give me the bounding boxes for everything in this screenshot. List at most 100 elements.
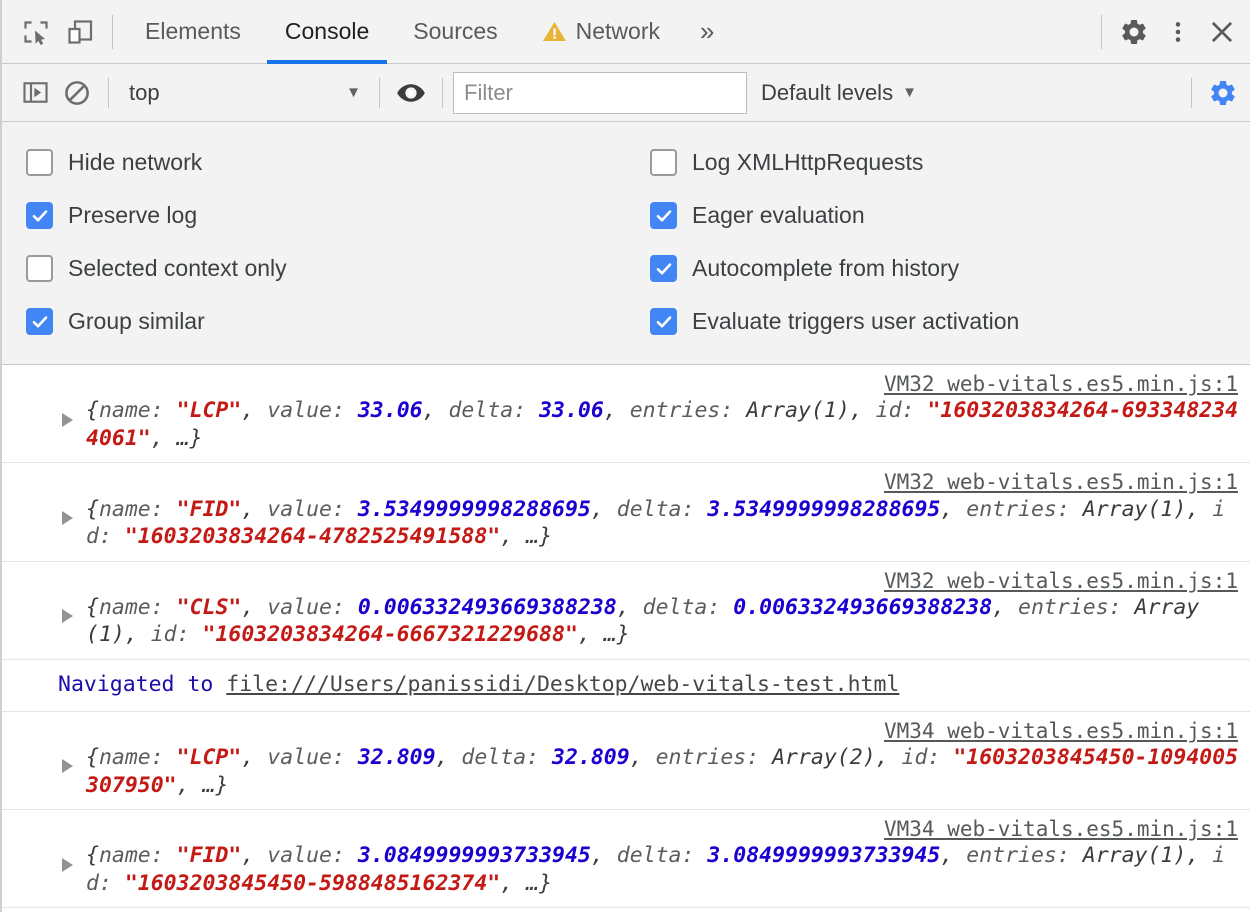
tab-console-label: Console: [285, 18, 369, 45]
token-num: 32.809: [552, 745, 630, 770]
setting-row-eager-evaluation[interactable]: Eager evaluation: [650, 189, 1250, 242]
inspect-element-icon-glyph: [22, 18, 50, 46]
token-key: id:: [151, 622, 203, 647]
token-str: "LCP": [177, 745, 242, 770]
token-punc: ,: [630, 745, 656, 770]
devtools-tab-strip: Elements Console Sources Network »: [123, 0, 731, 64]
checkbox-evaluate-triggers-user-activation[interactable]: [650, 308, 677, 335]
expand-triangle-icon[interactable]: [62, 609, 73, 623]
token-punc: ,: [591, 843, 617, 868]
token-punc: {: [86, 843, 99, 868]
token-punc: ,: [1186, 497, 1212, 522]
token-obj: Array(1): [1083, 497, 1187, 522]
token-punc: {: [86, 595, 99, 620]
console-sidebar-icon[interactable]: [14, 72, 56, 114]
console-navigation-message: Navigated to file:///Users/panissidi/Des…: [2, 660, 1250, 712]
navigation-url-link[interactable]: file:///Users/panissidi/Desktop/web-vita…: [226, 672, 899, 697]
tab-elements[interactable]: Elements: [123, 0, 263, 64]
filter-input[interactable]: [453, 72, 747, 114]
source-location-link[interactable]: VM32 web-vitals.es5.min.js:1: [50, 371, 1240, 397]
token-num: 3.0849999993733945: [707, 843, 940, 868]
expand-triangle-icon[interactable]: [62, 413, 73, 427]
setting-row-log-xmlhttprequests[interactable]: Log XMLHttpRequests: [650, 136, 1250, 189]
gear-icon-glyph: [1119, 17, 1149, 47]
token-num: 3.5349999998288695: [707, 497, 940, 522]
checkbox-autocomplete-from-history[interactable]: [650, 255, 677, 282]
token-str: "1603203834264-4782525491588": [125, 524, 500, 549]
checkbox-hide-network[interactable]: [26, 149, 53, 176]
setting-row-hide-network[interactable]: Hide network: [26, 136, 650, 189]
token-key: name:: [99, 595, 177, 620]
checkbox-log-xmlhttprequests[interactable]: [650, 149, 677, 176]
token-key: value:: [267, 398, 358, 423]
expand-triangle-icon[interactable]: [62, 759, 73, 773]
source-location-link[interactable]: VM34 web-vitals.es5.min.js:1: [50, 816, 1240, 842]
tab-sources[interactable]: Sources: [391, 0, 519, 64]
device-toolbar-icon[interactable]: [58, 10, 102, 54]
expand-triangle-icon[interactable]: [62, 858, 73, 872]
source-location-link[interactable]: VM32 web-vitals.es5.min.js:1: [50, 469, 1240, 495]
log-levels-selector[interactable]: Default levels ▼: [747, 73, 931, 113]
kebab-menu-icon-glyph: [1165, 19, 1191, 45]
token-str: "1603203834264-6667321229688": [203, 622, 578, 647]
source-location-link[interactable]: VM34 web-vitals.es5.min.js:1: [50, 718, 1240, 744]
expand-triangle-icon[interactable]: [62, 511, 73, 525]
token-punc: {: [86, 497, 99, 522]
token-num: 32.809: [358, 745, 436, 770]
console-toolbar-divider-3: [442, 78, 443, 108]
setting-row-group-similar[interactable]: Group similar: [26, 295, 650, 348]
token-key: value:: [267, 843, 358, 868]
tab-console[interactable]: Console: [263, 0, 391, 64]
warning-icon: [542, 20, 567, 43]
token-punc: ,: [940, 843, 966, 868]
setting-row-autocomplete-from-history[interactable]: Autocomplete from history: [650, 242, 1250, 295]
token-key: name:: [99, 398, 177, 423]
console-message-list[interactable]: VM32 web-vitals.es5.min.js:1{name: "LCP"…: [2, 365, 1250, 912]
gear-icon[interactable]: [1112, 10, 1156, 54]
setting-label-log-xmlhttprequests: Log XMLHttpRequests: [692, 149, 923, 176]
devtools-panel: Elements Console Sources Network »: [0, 0, 1250, 912]
more-tabs-button[interactable]: »: [682, 0, 731, 64]
token-obj: Array(2): [772, 745, 876, 770]
console-object-message: VM34 web-vitals.es5.min.js:1{name: "FID"…: [2, 810, 1250, 908]
setting-row-evaluate-triggers-user-activation[interactable]: Evaluate triggers user activation: [650, 295, 1250, 348]
token-punc: ,: [241, 398, 267, 423]
close-icon[interactable]: [1200, 10, 1244, 54]
console-object-message: VM32 web-vitals.es5.min.js:1{name: "CLS"…: [2, 562, 1250, 660]
token-punc: , …}: [151, 426, 203, 451]
object-preview-text: {name: "LCP", value: 33.06, delta: 33.06…: [50, 397, 1240, 452]
setting-label-group-similar: Group similar: [68, 308, 205, 335]
chevron-down-icon: ▼: [346, 85, 361, 100]
token-key: name:: [99, 497, 177, 522]
token-num: 33.06: [539, 398, 604, 423]
token-key: entries:: [966, 497, 1083, 522]
token-key: entries:: [630, 398, 747, 423]
console-sidebar-icon-glyph: [22, 79, 49, 106]
source-location-link[interactable]: VM32 web-vitals.es5.min.js:1: [50, 568, 1240, 594]
console-settings-gear-icon[interactable]: [1202, 72, 1244, 114]
token-punc: , …}: [578, 622, 630, 647]
execution-context-selector[interactable]: top ▼: [119, 73, 369, 113]
kebab-menu-icon[interactable]: [1156, 10, 1200, 54]
console-settings-pane: Hide networkPreserve logSelected context…: [2, 122, 1250, 365]
tab-network[interactable]: Network: [520, 0, 682, 64]
token-punc: ,: [604, 398, 630, 423]
setting-row-preserve-log[interactable]: Preserve log: [26, 189, 650, 242]
chevron-down-icon-levels: ▼: [902, 85, 917, 100]
token-key: id:: [902, 745, 954, 770]
token-punc: , …}: [500, 871, 552, 896]
checkbox-group-similar[interactable]: [26, 308, 53, 335]
inspect-element-icon[interactable]: [14, 10, 58, 54]
checkbox-eager-evaluation[interactable]: [650, 202, 677, 229]
token-obj: Array(1): [746, 398, 850, 423]
token-key: value:: [267, 595, 358, 620]
setting-row-selected-context-only[interactable]: Selected context only: [26, 242, 650, 295]
clear-console-icon[interactable]: [56, 72, 98, 114]
checkbox-selected-context-only[interactable]: [26, 255, 53, 282]
token-key: value:: [267, 745, 358, 770]
token-punc: , …}: [500, 524, 552, 549]
checkbox-preserve-log[interactable]: [26, 202, 53, 229]
create-live-expression-icon[interactable]: [390, 72, 432, 114]
settings-column-left: Hide networkPreserve logSelected context…: [2, 136, 650, 348]
token-key: value:: [267, 497, 358, 522]
